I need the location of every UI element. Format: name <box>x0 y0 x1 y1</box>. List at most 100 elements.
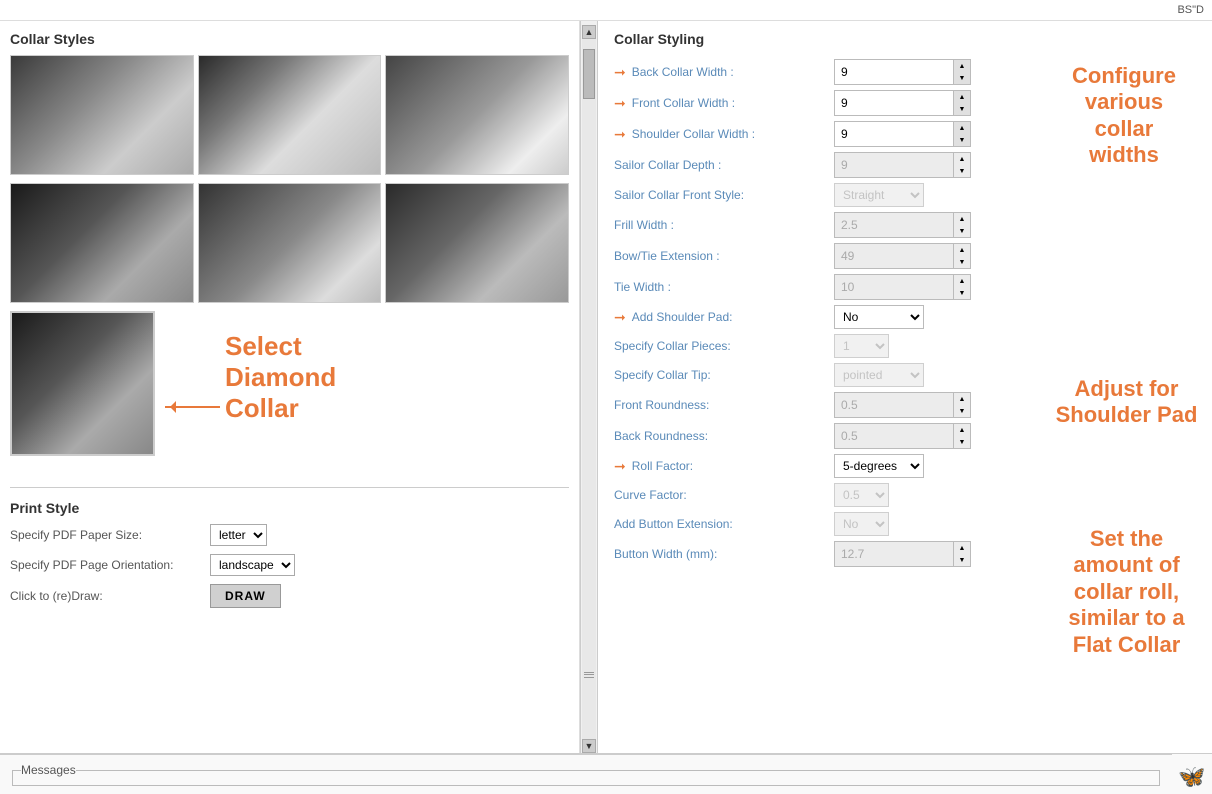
collar-img-1[interactable] <box>10 55 194 175</box>
spinner-wrap-0: ▲▼ <box>834 59 971 85</box>
scroll-lines <box>583 671 595 679</box>
pdf-paper-size-label: Specify PDF Paper Size: <box>10 528 210 542</box>
collar-img-6[interactable] <box>385 183 569 303</box>
spinner-btns-11: ▲▼ <box>954 392 971 418</box>
spinner-input-7 <box>834 274 954 300</box>
spinner-input-3 <box>834 152 954 178</box>
spinner-input-11 <box>834 392 954 418</box>
annot-roll-factor: Set theamount ofcollar roll,similar to a… <box>1049 526 1204 658</box>
scrollbar-track[interactable]: ▲ ▼ <box>580 21 598 753</box>
spinner-input-6 <box>834 243 954 269</box>
pdf-orientation-select[interactable]: landscape portrait <box>210 554 295 576</box>
spinner-up-0[interactable]: ▲ <box>954 60 970 72</box>
spinner-btns-2: ▲▼ <box>954 121 971 147</box>
spinner-down-2[interactable]: ▼ <box>954 134 970 146</box>
scroll-area <box>582 39 596 739</box>
spinner-input-12 <box>834 423 954 449</box>
arrow-icon-0: ➞ <box>614 64 626 81</box>
arrow-icon-13: ➞ <box>614 458 626 475</box>
scroll-down-btn[interactable]: ▼ <box>582 739 596 753</box>
spinner-up-5: ▲ <box>954 213 970 225</box>
form-label-15: Add Button Extension: <box>614 517 834 531</box>
form-row-13: ➞Roll Factor:5-degrees <box>614 454 1196 478</box>
spinner-up-11: ▲ <box>954 393 970 405</box>
top-bar: BS"D <box>0 0 1212 21</box>
spinner-down-12: ▼ <box>954 436 970 448</box>
spinner-wrap-7: ▲▼ <box>834 274 971 300</box>
form-label-4: Sailor Collar Front Style: <box>614 188 834 202</box>
butterfly-icon: 🦋 <box>1178 764 1205 790</box>
redraw-row: Click to (re)Draw: Draw <box>10 584 569 608</box>
collar-img-placeholder-1 <box>11 56 193 174</box>
spinner-input-5 <box>834 212 954 238</box>
left-panel: Collar Styles <box>0 21 580 753</box>
select-small-9: 1 <box>834 334 889 358</box>
spinner-btns-16: ▲▼ <box>954 541 971 567</box>
form-label-13: ➞Roll Factor: <box>614 458 834 475</box>
form-label-2: ➞Shoulder Collar Width : <box>614 126 834 143</box>
spinner-input-1[interactable] <box>834 90 954 116</box>
redraw-label: Click to (re)Draw: <box>10 589 210 603</box>
form-label-7: Tie Width : <box>614 280 834 294</box>
select-13[interactable]: 5-degrees <box>834 454 924 478</box>
select-10: pointed <box>834 363 924 387</box>
messages-section: Messages <box>0 754 1172 794</box>
select-small-15: No <box>834 512 889 536</box>
butterfly-area: 🦋 <box>1172 754 1212 794</box>
collar-styling-title: Collar Styling <box>614 31 1196 47</box>
spinner-input-0[interactable] <box>834 59 954 85</box>
collar-img-placeholder-6 <box>386 184 568 302</box>
collar-img-placeholder-5 <box>199 184 381 302</box>
messages-legend: Messages <box>21 763 76 777</box>
collar-img-4[interactable] <box>10 183 194 303</box>
spinner-up-12: ▲ <box>954 424 970 436</box>
spinner-wrap-11: ▲▼ <box>834 392 971 418</box>
collar-selected-row: Select Diamond Collar <box>10 311 569 471</box>
spinner-down-1[interactable]: ▼ <box>954 103 970 115</box>
collar-img-3[interactable] <box>385 55 569 175</box>
spinner-down-7: ▼ <box>954 287 970 299</box>
select-arrow-head <box>164 401 176 413</box>
form-label-11: Front Roundness: <box>614 398 834 412</box>
scroll-line-2 <box>584 674 594 675</box>
pdf-paper-size-row: Specify PDF Paper Size: letter A4 legal <box>10 524 569 546</box>
collar-img-2[interactable] <box>198 55 382 175</box>
form-row-6: Bow/Tie Extension :▲▼ <box>614 243 1196 269</box>
print-section: Print Style Specify PDF Paper Size: lett… <box>10 487 569 608</box>
messages-fieldset: Messages <box>12 763 1160 786</box>
spinner-up-2[interactable]: ▲ <box>954 122 970 134</box>
select-diamond-annotation: Select Diamond Collar <box>225 331 336 425</box>
collar-selected-img[interactable] <box>10 311 155 456</box>
spinner-btns-6: ▲▼ <box>954 243 971 269</box>
spinner-btns-12: ▲▼ <box>954 423 971 449</box>
scroll-thumb[interactable] <box>583 49 595 99</box>
main-container: BS"D Collar Styles <box>0 0 1212 794</box>
form-label-9: Specify Collar Pieces: <box>614 339 834 353</box>
draw-button[interactable]: Draw <box>210 584 281 608</box>
spinner-wrap-2: ▲▼ <box>834 121 971 147</box>
spinner-down-0[interactable]: ▼ <box>954 72 970 84</box>
pdf-paper-size-select[interactable]: letter A4 legal <box>210 524 267 546</box>
spinner-input-16 <box>834 541 954 567</box>
form-row-8: ➞Add Shoulder Pad:No <box>614 305 1196 329</box>
form-label-0: ➞Back Collar Width : <box>614 64 834 81</box>
select-4: Straight <box>834 183 924 207</box>
arrow-icon-2: ➞ <box>614 126 626 143</box>
form-row-4: Sailor Collar Front Style:Straight <box>614 183 1196 207</box>
select-small-14: 0.5 <box>834 483 889 507</box>
spinner-btns-7: ▲▼ <box>954 274 971 300</box>
spinner-wrap-1: ▲▼ <box>834 90 971 116</box>
form-row-5: Frill Width :▲▼ <box>614 212 1196 238</box>
collar-img-5[interactable] <box>198 183 382 303</box>
arrow-icon-1: ➞ <box>614 95 626 112</box>
spinner-up-1[interactable]: ▲ <box>954 91 970 103</box>
scroll-up-btn[interactable]: ▲ <box>582 25 596 39</box>
select-8[interactable]: No <box>834 305 924 329</box>
arrow-icon-8: ➞ <box>614 309 626 326</box>
spinner-btns-0: ▲▼ <box>954 59 971 85</box>
spinner-down-3: ▼ <box>954 165 970 177</box>
spinner-input-2[interactable] <box>834 121 954 147</box>
content-area: Collar Styles <box>0 21 1212 753</box>
collar-styles-title: Collar Styles <box>10 31 569 47</box>
form-row-14: Curve Factor:0.5 <box>614 483 1196 507</box>
